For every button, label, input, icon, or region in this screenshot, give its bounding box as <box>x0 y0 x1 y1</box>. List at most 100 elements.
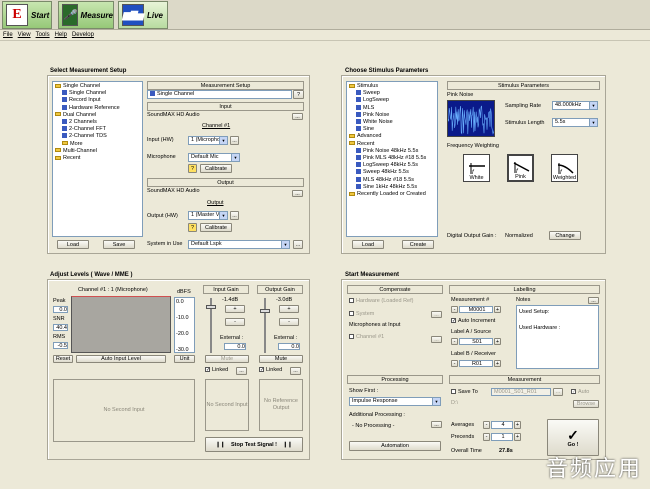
tree-item[interactable]: MLS <box>349 105 435 112</box>
system-comp-more[interactable]: ... <box>431 311 442 318</box>
label-a-value[interactable]: S01 <box>459 338 493 345</box>
output-help-button[interactable]: ? <box>188 223 197 232</box>
averages-minus[interactable]: - <box>483 421 490 429</box>
tree-item[interactable]: Pink Noise 48kHz 5.5s <box>349 148 435 155</box>
input-device-more[interactable]: ... <box>292 113 303 120</box>
gain-change-button[interactable]: Change <box>549 231 581 240</box>
tree-item[interactable]: Record Input <box>55 97 140 104</box>
auto-option[interactable]: ✓ Auto <box>571 389 589 395</box>
input-external-value[interactable]: 0.0 <box>224 343 246 350</box>
output-gain-minus[interactable]: - <box>279 318 299 326</box>
channel1-checkbox[interactable] <box>349 334 354 340</box>
averages-plus[interactable]: + <box>514 421 521 429</box>
menu-view[interactable]: View <box>18 32 31 38</box>
output-hw-more[interactable]: ... <box>230 211 239 220</box>
label-a-prev[interactable]: - <box>451 338 458 345</box>
weighted-button[interactable]: f Weighted <box>551 154 578 182</box>
automation-button[interactable]: Automation <box>349 441 441 451</box>
stimulus-tree[interactable]: Stimulus Sweep LogSweep MLS Pink Noise White … <box>346 81 438 237</box>
stimulus-create-button[interactable]: Create <box>402 240 434 249</box>
precends-plus[interactable]: + <box>514 433 521 441</box>
output-gain-slider[interactable] <box>260 309 270 313</box>
length-select[interactable]: 5.5s <box>552 118 598 127</box>
microphone-select[interactable]: Default Mic <box>188 153 240 162</box>
tree-item[interactable]: Recent <box>349 141 435 148</box>
menu-help[interactable]: Help <box>55 32 67 38</box>
ms-help-button[interactable]: ? <box>293 90 304 99</box>
tree-item[interactable]: Sine <box>349 126 435 133</box>
tree-item[interactable]: Multi-Channel <box>55 148 140 155</box>
auto-increment[interactable]: ✓ Auto Increment <box>451 318 495 324</box>
hardware-checkbox[interactable] <box>349 298 354 304</box>
tree-item[interactable]: 2 Channels <box>55 119 140 126</box>
reset-button[interactable]: Reset <box>53 355 73 363</box>
show-first-select[interactable]: Impulse Response <box>349 397 441 406</box>
tree-item[interactable]: Stimulus <box>349 83 435 90</box>
channel1-more[interactable]: ... <box>431 336 442 343</box>
notes-more[interactable]: ... <box>588 297 599 304</box>
setup-load-button[interactable]: Load <box>57 240 89 249</box>
setup-tree[interactable]: Single Channel Single Channel Record Input… <box>52 81 143 237</box>
input-hw-select[interactable]: 1 (Micropho <box>188 136 228 145</box>
setup-save-button[interactable]: Save <box>103 240 135 249</box>
rate-select[interactable]: 48.000kHz <box>552 101 598 110</box>
tree-item[interactable]: 2-Channel FFT <box>55 126 140 133</box>
measure-tab[interactable]: 🎤 Measure <box>58 1 114 29</box>
label-a-next[interactable]: + <box>494 338 501 345</box>
system-checkbox[interactable] <box>349 311 354 317</box>
pink-weight-button[interactable]: f Pink <box>507 154 534 182</box>
stimulus-load-button[interactable]: Load <box>352 240 384 249</box>
menu-develop[interactable]: Develop <box>72 32 94 38</box>
tree-item[interactable]: Recent <box>55 155 140 162</box>
input-linked-more[interactable]: ... <box>236 367 247 375</box>
tree-item[interactable]: 2-Channel TDS <box>55 133 140 140</box>
mic-help-button[interactable]: ? <box>188 164 197 173</box>
tree-item[interactable]: White Noise <box>349 119 435 126</box>
system-more[interactable]: ... <box>293 240 303 249</box>
save-to[interactable]: Save To <box>451 389 478 395</box>
processing-more[interactable]: ... <box>431 421 442 428</box>
hardware-option[interactable]: Hardware (Loaded Ref) <box>349 298 413 304</box>
output-hw-select[interactable]: 1 (Master Vo <box>188 211 228 220</box>
meas-next[interactable]: + <box>494 306 501 313</box>
output-calibrate-button[interactable]: Calibrate <box>200 223 232 232</box>
tree-item[interactable]: Pink MLS 48kHz #18 5.5s <box>349 155 435 162</box>
auto-increment-checkbox[interactable]: ✓ <box>451 318 456 324</box>
system-option[interactable]: System <box>349 311 374 317</box>
output-mute-button[interactable]: Mute <box>259 355 303 363</box>
save-to-checkbox[interactable] <box>451 389 456 395</box>
tree-item[interactable]: Single Channel <box>55 83 140 90</box>
tree-item[interactable]: Pink Noise <box>349 112 435 119</box>
precends-value[interactable]: 1 <box>491 433 513 441</box>
auto-input-level-button[interactable]: Auto Input Level <box>76 355 166 363</box>
menu-tools[interactable]: Tools <box>36 32 50 38</box>
tree-item[interactable]: Sine 1kHz 48kHz 5.5s <box>349 184 435 191</box>
input-linked[interactable]: ✓ Linked <box>205 367 228 373</box>
tree-item[interactable]: Sweep 48kHz 5.5s <box>349 169 435 176</box>
input-linked-checkbox[interactable]: ✓ <box>205 367 210 373</box>
input-gain-slider[interactable] <box>206 305 216 309</box>
unit-button[interactable]: Unit <box>174 355 195 363</box>
live-tab[interactable]: ▆▇▅ Live <box>118 1 168 29</box>
menu-file[interactable]: File <box>3 32 13 38</box>
system-select[interactable]: Default Lspk <box>188 240 290 249</box>
auto-checkbox[interactable]: ✓ <box>571 389 576 395</box>
tree-item[interactable]: More <box>55 141 140 148</box>
mic-calibrate-button[interactable]: Calibrate <box>200 164 232 173</box>
tree-item[interactable]: Dual Channel <box>55 112 140 119</box>
output-gain-plus[interactable]: + <box>279 305 299 313</box>
notes-textarea[interactable]: Used Setup: Used Hardware : <box>516 305 599 369</box>
stop-test-signal-button[interactable]: ❙❙ Stop Test Signal ! ❙❙ <box>205 437 303 452</box>
save-to-more[interactable]: ... <box>553 388 563 396</box>
input-gain-plus[interactable]: + <box>225 305 245 313</box>
input-hw-more[interactable]: ... <box>230 136 239 145</box>
meas-number-value[interactable]: M0001 <box>459 306 493 313</box>
input-gain-minus[interactable]: - <box>225 318 245 326</box>
browse-button[interactable]: Browse <box>573 400 599 408</box>
averages-value[interactable]: 4 <box>491 421 513 429</box>
tree-item[interactable]: Hardware Reference <box>55 105 140 112</box>
tree-item[interactable]: LogSweep <box>349 97 435 104</box>
white-weight-button[interactable]: f White <box>463 154 490 182</box>
tree-item[interactable]: Advanced <box>349 133 435 140</box>
label-b-next[interactable]: + <box>494 360 501 367</box>
